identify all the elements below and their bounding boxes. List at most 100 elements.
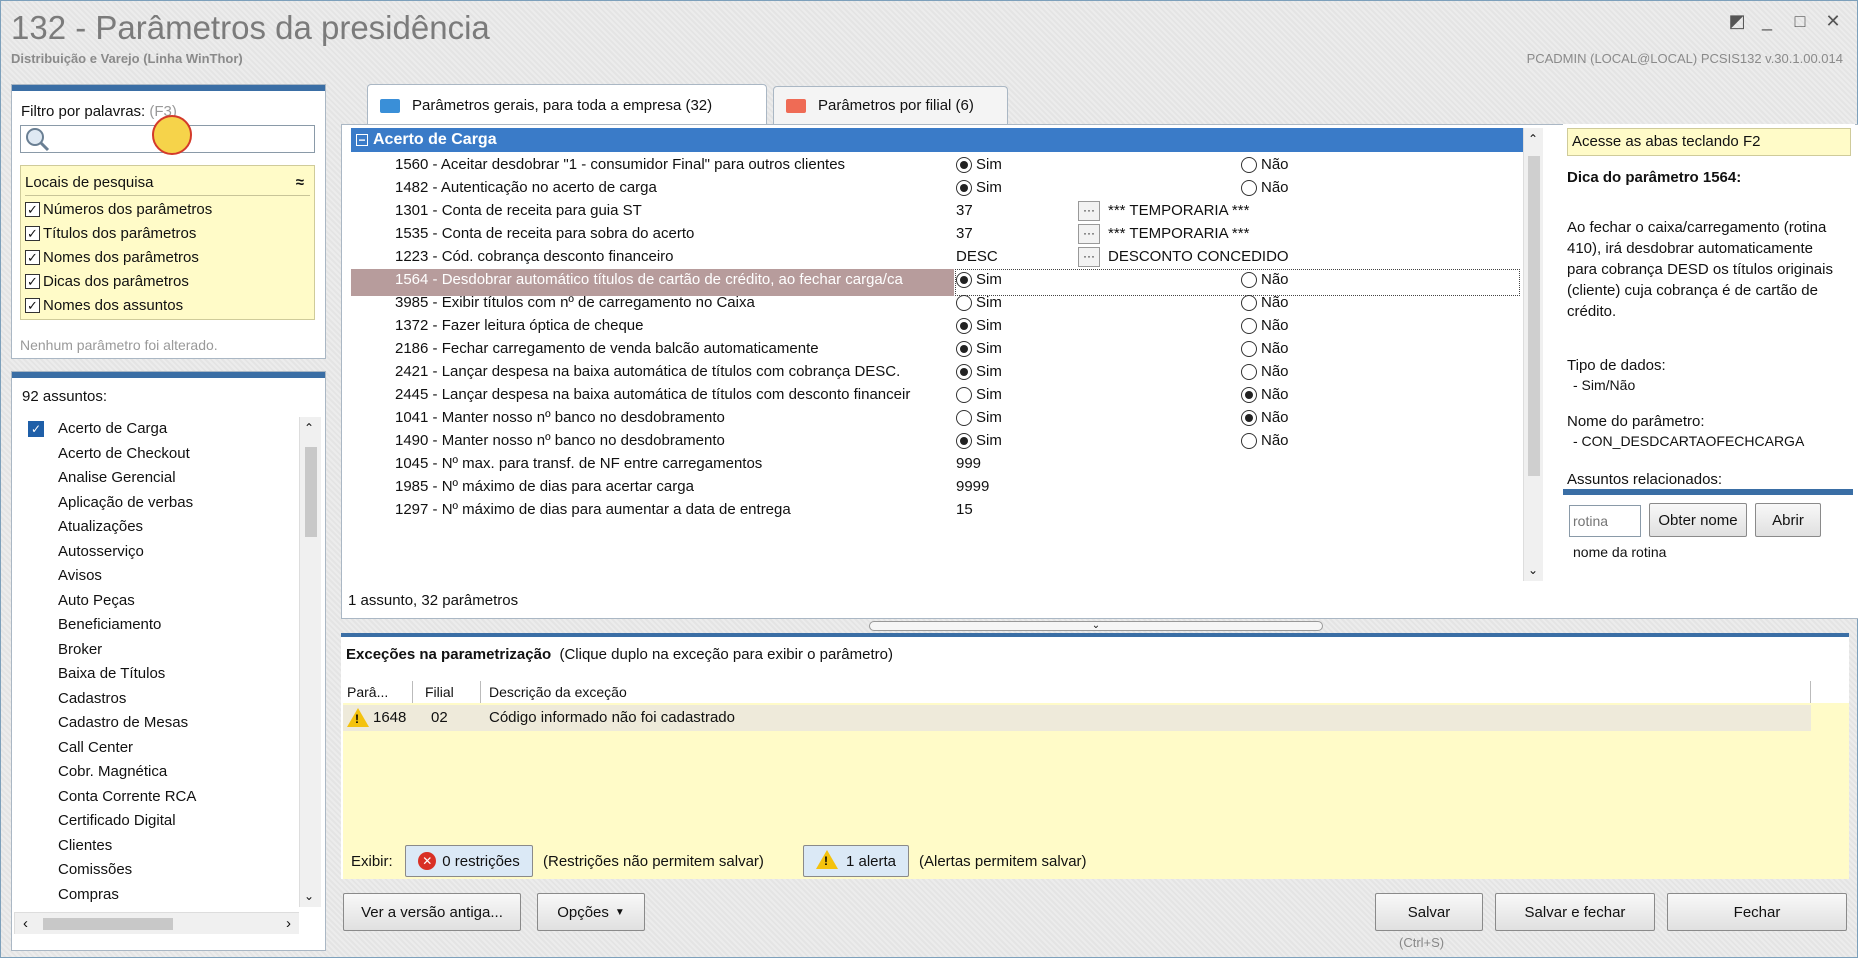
radio-yes[interactable]: Sim xyxy=(956,432,1002,449)
radio-no[interactable]: Não xyxy=(1241,363,1289,380)
restore-icon[interactable]: ◩ xyxy=(1723,11,1751,32)
radio-icon[interactable] xyxy=(956,156,972,173)
location-checkbox-row[interactable]: ✓ Nomes dos parâmetros xyxy=(25,249,199,266)
param-row[interactable]: 1535 - Conta de receita para sobra do ac… xyxy=(351,223,1523,246)
checkbox[interactable]: ✓ xyxy=(25,274,40,289)
lookup-button[interactable]: ··· xyxy=(1078,247,1100,267)
param-row[interactable]: 1985 - Nº máximo de dias para acertar ca… xyxy=(351,476,1523,499)
subjects-list[interactable]: ✓ Acerto de Carga Acerto de Checkout Analis… xyxy=(12,417,302,907)
maximize-button[interactable]: □ xyxy=(1786,11,1814,32)
open-routine-button[interactable]: Abrir xyxy=(1755,503,1821,537)
param-row[interactable]: 1560 - Aceitar desdobrar "1 - consumidor… xyxy=(351,154,1523,177)
radio-no[interactable]: Não xyxy=(1241,409,1289,426)
scroll-thumb[interactable] xyxy=(1528,156,1540,476)
location-checkbox-row[interactable]: ✓ Dicas dos parâmetros xyxy=(25,273,189,290)
col-param[interactable]: Parâ... xyxy=(343,681,413,703)
radio-icon[interactable] xyxy=(1241,294,1257,311)
subject-item[interactable]: Analise Gerencial xyxy=(22,466,282,490)
location-checkbox-row[interactable]: ✓ Nomes dos assuntos xyxy=(25,297,183,314)
col-description[interactable]: Descrição da exceção xyxy=(481,681,1811,703)
save-button[interactable]: Salvar xyxy=(1375,893,1483,931)
save-close-button[interactable]: Salvar e fechar xyxy=(1495,893,1655,931)
param-row[interactable]: 2421 - Lançar despesa na baixa automátic… xyxy=(351,361,1523,384)
radio-no[interactable]: Não xyxy=(1241,179,1289,196)
radio-yes[interactable]: Sim xyxy=(956,409,1002,426)
get-name-button[interactable]: Obter nome xyxy=(1649,503,1747,537)
param-row[interactable]: 1297 - Nº máximo de dias para aumentar a… xyxy=(351,499,1523,522)
radio-icon[interactable] xyxy=(1241,179,1257,196)
radio-icon[interactable] xyxy=(1241,271,1257,288)
scroll-up-icon[interactable]: ⌃ xyxy=(1528,132,1538,146)
param-row[interactable]: 3985 - Exibir títulos com nº de carregam… xyxy=(351,292,1523,315)
old-version-button[interactable]: Ver a versão antiga... xyxy=(343,893,521,931)
param-row[interactable]: 1564 - Desdobrar automático títulos de c… xyxy=(351,269,1523,296)
subject-item[interactable]: Cadastro de Mesas xyxy=(22,711,282,735)
param-value[interactable]: 37 xyxy=(956,202,973,219)
lookup-button[interactable]: ··· xyxy=(1078,224,1100,244)
radio-yes[interactable]: Sim xyxy=(956,156,1002,173)
param-row[interactable]: 1045 - Nº max. para transf. de NF entre … xyxy=(351,453,1523,476)
scroll-right-icon[interactable]: › xyxy=(286,915,291,932)
subject-item[interactable]: Cadastros xyxy=(22,687,282,711)
param-value[interactable]: 37 xyxy=(956,225,973,242)
subject-item[interactable]: Atualizações xyxy=(22,515,282,539)
radio-yes[interactable]: Sim xyxy=(956,340,1002,357)
collapse-group-icon[interactable]: − xyxy=(356,134,368,146)
group-header[interactable]: − Acerto de Carga xyxy=(351,128,1523,152)
radio-icon[interactable] xyxy=(1241,317,1257,334)
location-checkbox-row[interactable]: ✓ Números dos parâmetros xyxy=(25,201,212,218)
radio-icon[interactable] xyxy=(956,409,972,426)
radio-no[interactable]: Não xyxy=(1241,156,1289,173)
scroll-thumb[interactable] xyxy=(305,447,317,537)
routine-input[interactable] xyxy=(1569,505,1641,537)
locations-title[interactable]: Locais de pesquisa ≈ xyxy=(25,174,310,196)
grid-vscroll[interactable]: ⌃ ⌄ xyxy=(1523,128,1543,581)
param-row[interactable]: 1041 - Manter nosso nº banco no desdobra… xyxy=(351,407,1523,430)
subject-item[interactable]: Comissões xyxy=(22,858,282,882)
close-window-button[interactable]: ✕ xyxy=(1819,11,1847,32)
radio-icon[interactable] xyxy=(956,340,972,357)
param-row[interactable]: 1490 - Manter nosso nº banco no desdobra… xyxy=(351,430,1523,453)
subject-item[interactable]: Conta Corrente RCA xyxy=(22,785,282,809)
checkbox[interactable]: ✓ xyxy=(25,298,40,313)
radio-yes[interactable]: Sim xyxy=(956,179,1002,196)
subject-item[interactable]: Acerto de Checkout xyxy=(22,442,282,466)
subject-item[interactable]: Aplicação de verbas xyxy=(22,491,282,515)
subject-item[interactable]: Call Center xyxy=(22,736,282,760)
param-value[interactable]: 999 xyxy=(956,455,981,472)
param-row[interactable]: 1372 - Fazer leitura óptica de cheque Sim… xyxy=(351,315,1523,338)
subject-item[interactable]: Autosserviço xyxy=(22,540,282,564)
radio-icon[interactable] xyxy=(1241,363,1257,380)
param-row[interactable]: 2445 - Lançar despesa na baixa automátic… xyxy=(351,384,1523,407)
minimize-button[interactable]: _ xyxy=(1753,11,1781,32)
restrictions-button[interactable]: ✕ 0 restrições xyxy=(405,845,533,877)
collapse-icon[interactable]: ≈ xyxy=(296,174,304,191)
radio-no[interactable]: Não xyxy=(1241,340,1289,357)
checkbox[interactable]: ✓ xyxy=(25,202,40,217)
scroll-down-icon[interactable]: ⌄ xyxy=(1528,563,1538,577)
radio-yes[interactable]: Sim xyxy=(956,386,1002,403)
subject-item[interactable]: Auto Peças xyxy=(22,589,282,613)
hscroll-thumb[interactable] xyxy=(43,918,173,930)
splitter-handle[interactable]: ⌄ xyxy=(869,621,1323,631)
radio-no[interactable]: Não xyxy=(1241,317,1289,334)
radio-yes[interactable]: Sim xyxy=(956,271,1002,288)
param-row[interactable]: 1223 - Cód. cobrança desconto financeiro… xyxy=(351,246,1523,269)
subject-item[interactable]: Avisos xyxy=(22,564,282,588)
radio-icon[interactable] xyxy=(1241,156,1257,173)
radio-icon[interactable] xyxy=(956,363,972,380)
radio-icon[interactable] xyxy=(956,317,972,334)
radio-yes[interactable]: Sim xyxy=(956,317,1002,334)
exception-row[interactable]: ! 1648 02 Código informado não foi cadas… xyxy=(343,705,1811,731)
radio-no[interactable]: Não xyxy=(1241,271,1289,288)
radio-icon[interactable] xyxy=(1241,386,1257,403)
subject-item[interactable]: Compras xyxy=(22,883,282,907)
radio-icon[interactable] xyxy=(956,386,972,403)
col-filial[interactable]: Filial xyxy=(413,681,481,703)
param-value[interactable]: 15 xyxy=(956,501,973,518)
radio-icon[interactable] xyxy=(1241,340,1257,357)
lookup-button[interactable]: ··· xyxy=(1078,201,1100,221)
tab-branch-params[interactable]: Parâmetros por filial (6) xyxy=(773,86,1008,124)
radio-icon[interactable] xyxy=(956,294,972,311)
subject-item[interactable]: Clientes xyxy=(22,834,282,858)
